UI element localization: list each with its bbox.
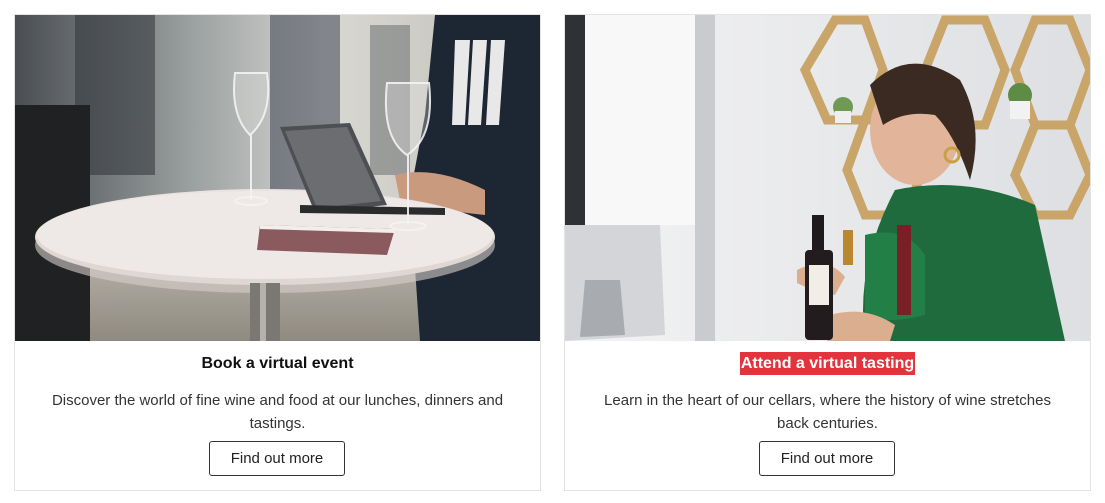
card-title: Book a virtual event [201, 355, 354, 372]
find-out-more-button[interactable]: Find out more [759, 441, 895, 476]
find-out-more-button[interactable]: Find out more [209, 441, 345, 476]
event-card: Book a virtual event Discover the world … [14, 14, 541, 491]
tasting-card: Attend a virtual tasting Learn in the he… [564, 14, 1091, 491]
tasting-photo [565, 15, 1090, 341]
card-title: Attend a virtual tasting [565, 352, 1090, 375]
card-description: Learn in the heart of our cellars, where… [604, 392, 1051, 432]
card-description: Discover the world of fine wine and food… [51, 392, 504, 432]
event-photo [15, 15, 540, 341]
